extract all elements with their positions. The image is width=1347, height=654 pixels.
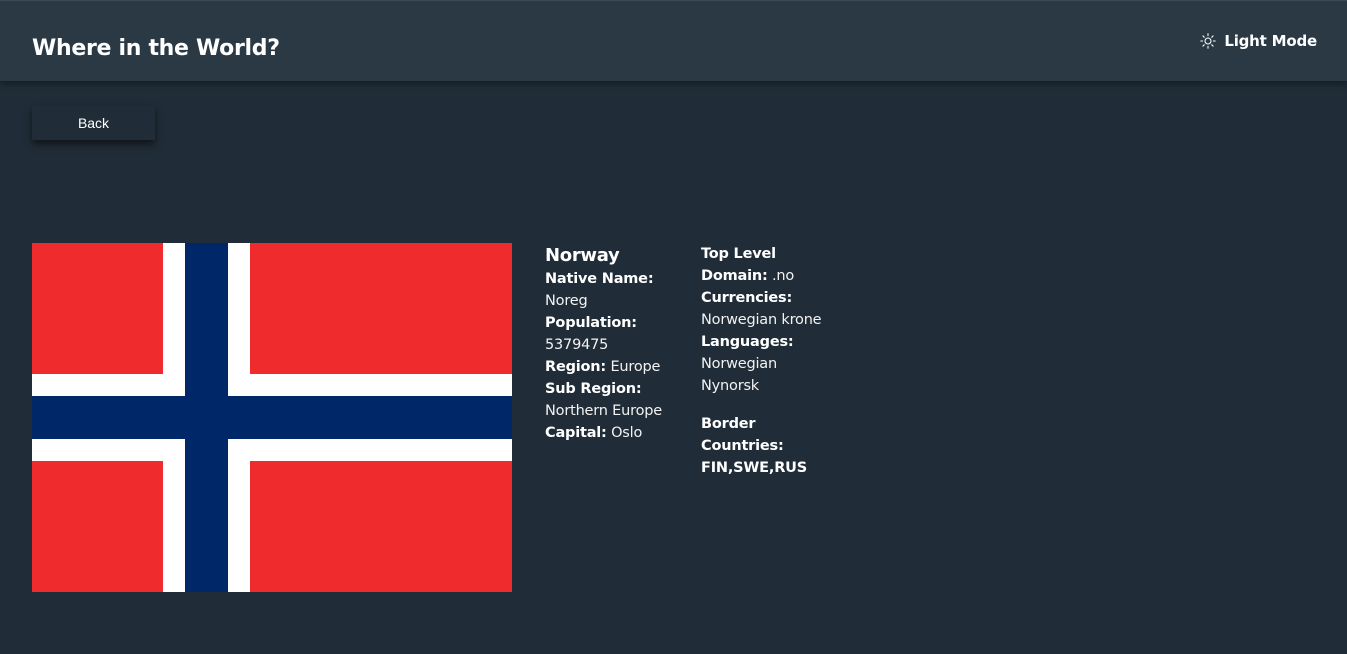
tld-label: Top Level Domain: [701,246,776,284]
capital-value: Oslo [611,425,643,441]
country-details-primary: Norway Native Name: Noreg Population: 53… [545,243,685,444]
native-name-label: Native Name: [545,271,654,287]
languages-label: Languages: [701,334,794,350]
population-label: Population: [545,315,637,331]
capital-label: Capital: [545,425,607,441]
native-name-value: Noreg [545,293,588,309]
tld-value: .no [772,268,795,284]
currencies-label: Currencies: [701,290,793,306]
norway-flag [32,243,512,592]
region-value: Europe [610,359,661,375]
native-name-row: Native Name: Noreg [545,268,685,312]
population-row: Population: 5379475 [545,312,685,356]
languages-row: Languages: Norwegian Nynorsk [701,331,831,397]
sun-icon [1200,33,1217,49]
currencies-value: Norwegian krone [701,312,822,328]
country-name: Norway [545,245,620,266]
currencies-row: Currencies: Norwegian krone [701,287,831,331]
tld-row: Top Level Domain: .no [701,243,831,287]
border-countries-list[interactable]: FIN,SWE,RUS [701,457,831,479]
border-countries-label: Border Countries: [701,416,784,454]
capital-row: Capital: Oslo [545,422,685,444]
population-value: 5379475 [545,337,609,353]
languages-value: Norwegian Nynorsk [701,356,777,394]
app-title: Where in the World? [32,36,280,61]
subregion-value: Northern Europe [545,403,662,419]
app-header: Where in the World? Light Mode [0,0,1347,81]
country-details-secondary: Top Level Domain: .no Currencies: Norweg… [701,243,831,479]
subregion-label: Sub Region: [545,381,642,397]
theme-toggle[interactable]: Light Mode [1200,30,1317,52]
subregion-row: Sub Region: Northern Europe [545,378,685,422]
region-label: Region: [545,359,607,375]
theme-toggle-label: Light Mode [1224,32,1317,50]
back-button[interactable]: Back [32,106,155,140]
region-row: Region: Europe [545,356,685,378]
